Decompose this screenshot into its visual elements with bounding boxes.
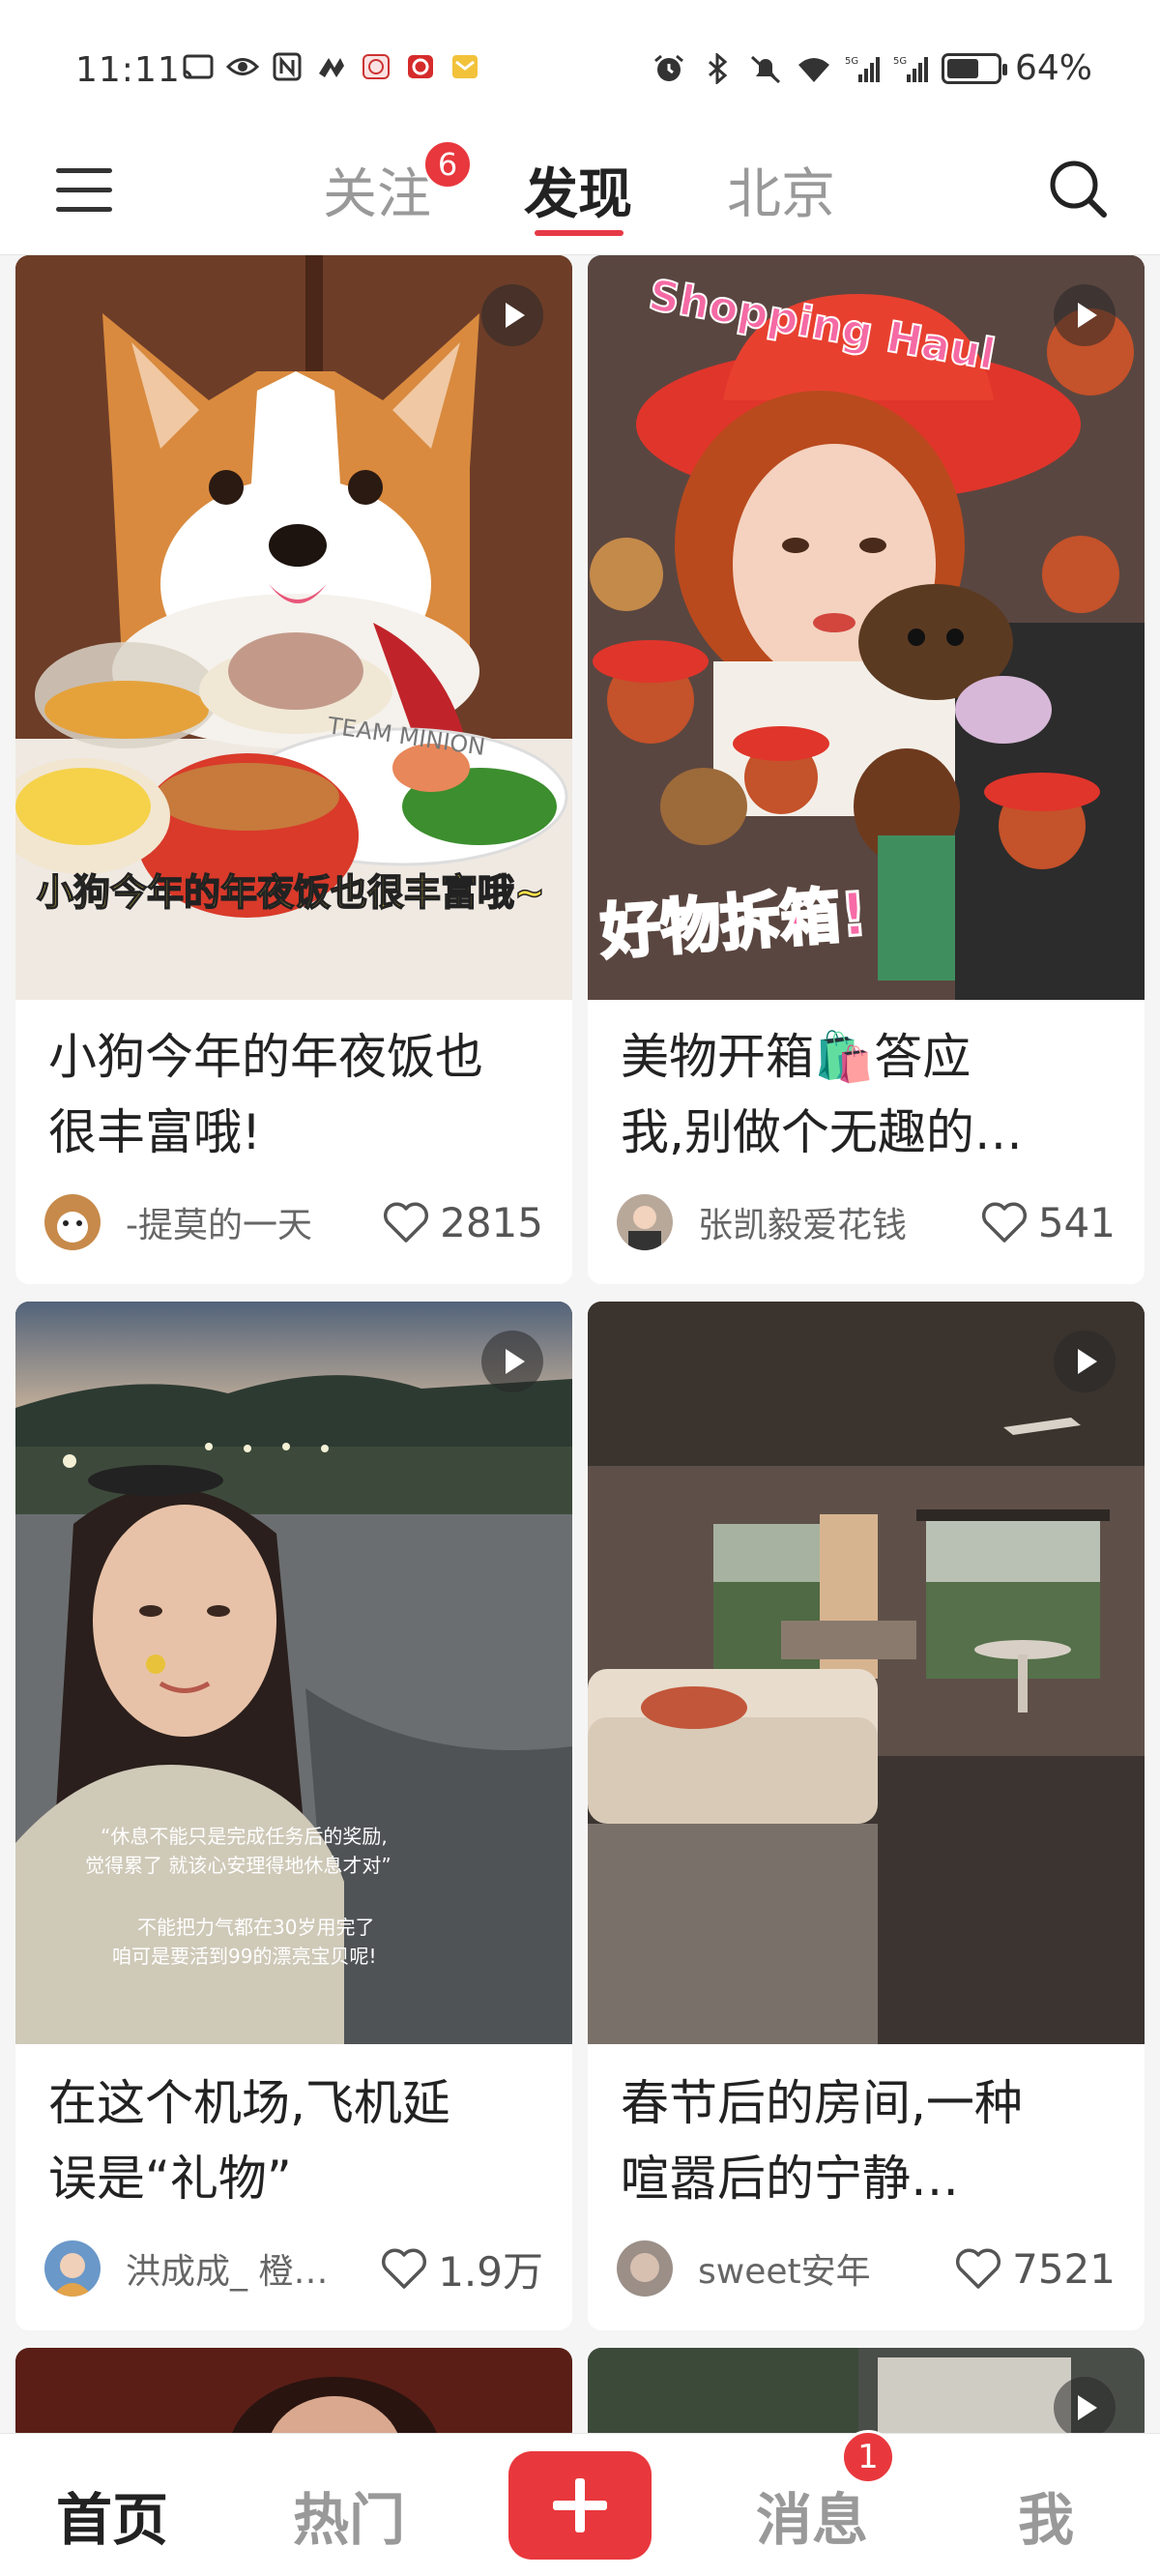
tab-follow[interactable]: 关注 xyxy=(323,151,431,229)
feed-card[interactable]: 春节后的房间,一种 喧嚣后的宁静… sweet安年 7521 xyxy=(588,1302,1145,2330)
avatar[interactable] xyxy=(44,1194,101,1250)
card-title-line: 美物开箱🛍️答应 xyxy=(621,1029,972,1085)
tab-beijing[interactable]: 北京 xyxy=(727,151,835,229)
author-name[interactable]: 洪成成_ 橙… xyxy=(126,2243,380,2294)
card-cover-image[interactable] xyxy=(588,1302,1145,2044)
eye-icon xyxy=(226,58,259,75)
add-post-button[interactable] xyxy=(508,2451,652,2560)
video-play-icon xyxy=(1054,1331,1116,1392)
card-title-line: 小狗今年的年夜饭也 xyxy=(48,1029,483,1085)
card-title: 小狗今年的年夜饭也 很丰富哦! xyxy=(48,1019,551,1170)
card-title-line: 我,别做个无趣的… xyxy=(621,1104,1023,1160)
tab-discover[interactable]: 发现 xyxy=(524,151,632,229)
top-nav-bar: 关注 6 发现 北京 xyxy=(0,135,1160,255)
mute-icon xyxy=(750,55,781,83)
like-count: 2815 xyxy=(440,1198,543,1246)
mail-icon xyxy=(452,55,478,78)
card-meta: 张凯毅爱花钱 541 xyxy=(617,1193,1116,1251)
video-play-icon xyxy=(481,284,543,346)
author-name[interactable]: -提莫的一天 xyxy=(126,1197,382,1247)
like-button[interactable]: 2815 xyxy=(382,1199,543,1246)
nav-home[interactable]: 首页 xyxy=(56,2474,168,2556)
video-play-icon xyxy=(1054,284,1116,346)
card-title-line: 误是“礼物” xyxy=(48,2151,292,2207)
avatar[interactable] xyxy=(617,2240,673,2297)
screencast-icon xyxy=(183,54,214,79)
like-button[interactable]: 1.9万 xyxy=(380,2239,543,2298)
feed-card[interactable]: TEAM MINION 小狗今年的年夜饭也很丰富哦~ 小狗今年的年夜饭也 很丰富… xyxy=(15,255,572,1284)
active-tab-indicator xyxy=(535,230,624,236)
bank-icon xyxy=(362,54,390,79)
heart-icon xyxy=(956,2248,1001,2289)
living-room-photo xyxy=(588,1302,1145,2044)
video-play-icon xyxy=(481,1331,543,1392)
battery-icon xyxy=(941,52,1007,84)
card-cover-image[interactable]: Shopping Haul 好物拆箱! xyxy=(588,255,1145,1000)
follow-badge: 6 xyxy=(422,139,473,190)
heart-icon xyxy=(384,1202,429,1243)
like-button[interactable]: 541 xyxy=(980,1199,1116,1246)
card-meta: sweet安年 7521 xyxy=(617,2239,1116,2298)
battery-level xyxy=(946,58,978,78)
bottom-nav-bar: 首页 热门 消息 1 我 xyxy=(0,2430,1160,2576)
wifi-icon xyxy=(798,57,829,82)
status-time: 11:11 xyxy=(75,50,181,90)
nav-hot[interactable]: 热门 xyxy=(293,2474,405,2556)
card-cover-image[interactable] xyxy=(15,2348,572,2444)
cover-caption: 觉得累了 就该心安理得地休息才对” xyxy=(85,1854,392,1877)
cover-caption: 不能把力气都在30岁用完了 xyxy=(137,1916,374,1939)
battery-percent: 64% xyxy=(1014,48,1092,88)
messages-badge: 1 xyxy=(841,2430,895,2484)
card-meta: 洪成成_ 橙… 1.9万 xyxy=(44,2239,543,2298)
cover-caption: “休息不能只是完成任务后的奖励, xyxy=(101,1825,388,1848)
nav-messages[interactable]: 消息 xyxy=(756,2474,868,2556)
heart-icon xyxy=(981,1202,1027,1243)
bluetooth-icon xyxy=(708,52,728,84)
author-name[interactable]: 张凯毅爱花钱 xyxy=(698,1197,980,1247)
card-title-line: 很丰富哦! xyxy=(48,1104,262,1160)
signal-5g-icon: 5G xyxy=(893,56,928,82)
card-title: 美物开箱🛍️答应 我,别做个无趣的… xyxy=(621,1019,1123,1170)
notification-icons xyxy=(182,52,481,81)
video-play-icon xyxy=(1054,2377,1116,2439)
card-title: 春节后的房间,一种 喧嚣后的宁静… xyxy=(621,2065,1123,2216)
like-count: 7521 xyxy=(1012,2244,1116,2293)
like-count: 1.9万 xyxy=(438,2247,543,2296)
alarm-icon xyxy=(654,54,683,81)
cover-caption: 小狗今年的年夜饭也很丰富哦~ xyxy=(37,871,545,914)
card-title-line: 喧嚣后的宁静… xyxy=(621,2151,959,2207)
svg-text:5G: 5G xyxy=(845,56,858,67)
cover-caption: 咱可是要活到99的漂亮宝贝呢! xyxy=(112,1945,376,1968)
app-icon xyxy=(319,58,344,77)
corgi-photo: TEAM MINION 小狗今年的年夜饭也很丰富哦~ xyxy=(15,255,572,1000)
menu-button[interactable] xyxy=(56,161,114,219)
unionpay-icon xyxy=(408,55,433,78)
card-cover-image[interactable]: TEAM MINION 小狗今年的年夜饭也很丰富哦~ xyxy=(15,255,572,1000)
like-button[interactable]: 7521 xyxy=(954,2245,1116,2293)
feed-card[interactable]: “休息不能只是完成任务后的奖励, 觉得累了 就该心安理得地休息才对” 不能把力气… xyxy=(15,1302,572,2330)
status-bar: 11:11 5G 5G 64% xyxy=(0,0,1160,135)
avatar[interactable] xyxy=(617,1194,673,1250)
svg-text:5G: 5G xyxy=(893,56,907,67)
card-title: 在这个机场,飞机延 误是“礼物” xyxy=(48,2065,551,2216)
card-meta: -提莫的一天 2815 xyxy=(44,1193,543,1251)
avatar[interactable] xyxy=(44,2240,101,2297)
like-count: 541 xyxy=(1037,1198,1116,1246)
search-icon[interactable] xyxy=(1044,155,1112,222)
menu-icon xyxy=(56,167,112,173)
card-title-line: 春节后的房间,一种 xyxy=(621,2075,1023,2131)
nfc-icon xyxy=(273,52,302,81)
card-title-line: 在这个机场,飞机延 xyxy=(48,2075,450,2131)
nav-me[interactable]: 我 xyxy=(1018,2474,1074,2556)
system-status: 5G 5G 64% xyxy=(652,48,1092,88)
author-name[interactable]: sweet安年 xyxy=(698,2243,954,2294)
feed-card[interactable]: Shopping Haul 好物拆箱! 美物开箱🛍️答应 我,别做个无趣的… 张… xyxy=(588,255,1145,1284)
heart-icon xyxy=(382,2248,427,2289)
shopping-haul-photo: Shopping Haul 好物拆箱! xyxy=(588,255,1145,1000)
signal-5g-icon: 5G xyxy=(845,56,880,82)
card-cover-image[interactable]: “休息不能只是完成任务后的奖励, 觉得累了 就该心安理得地休息才对” 不能把力气… xyxy=(15,1302,572,2044)
airport-selfie-photo: “休息不能只是完成任务后的奖励, 觉得累了 就该心安理得地休息才对” 不能把力气… xyxy=(15,1302,572,2044)
feed-card[interactable] xyxy=(15,2348,572,2444)
